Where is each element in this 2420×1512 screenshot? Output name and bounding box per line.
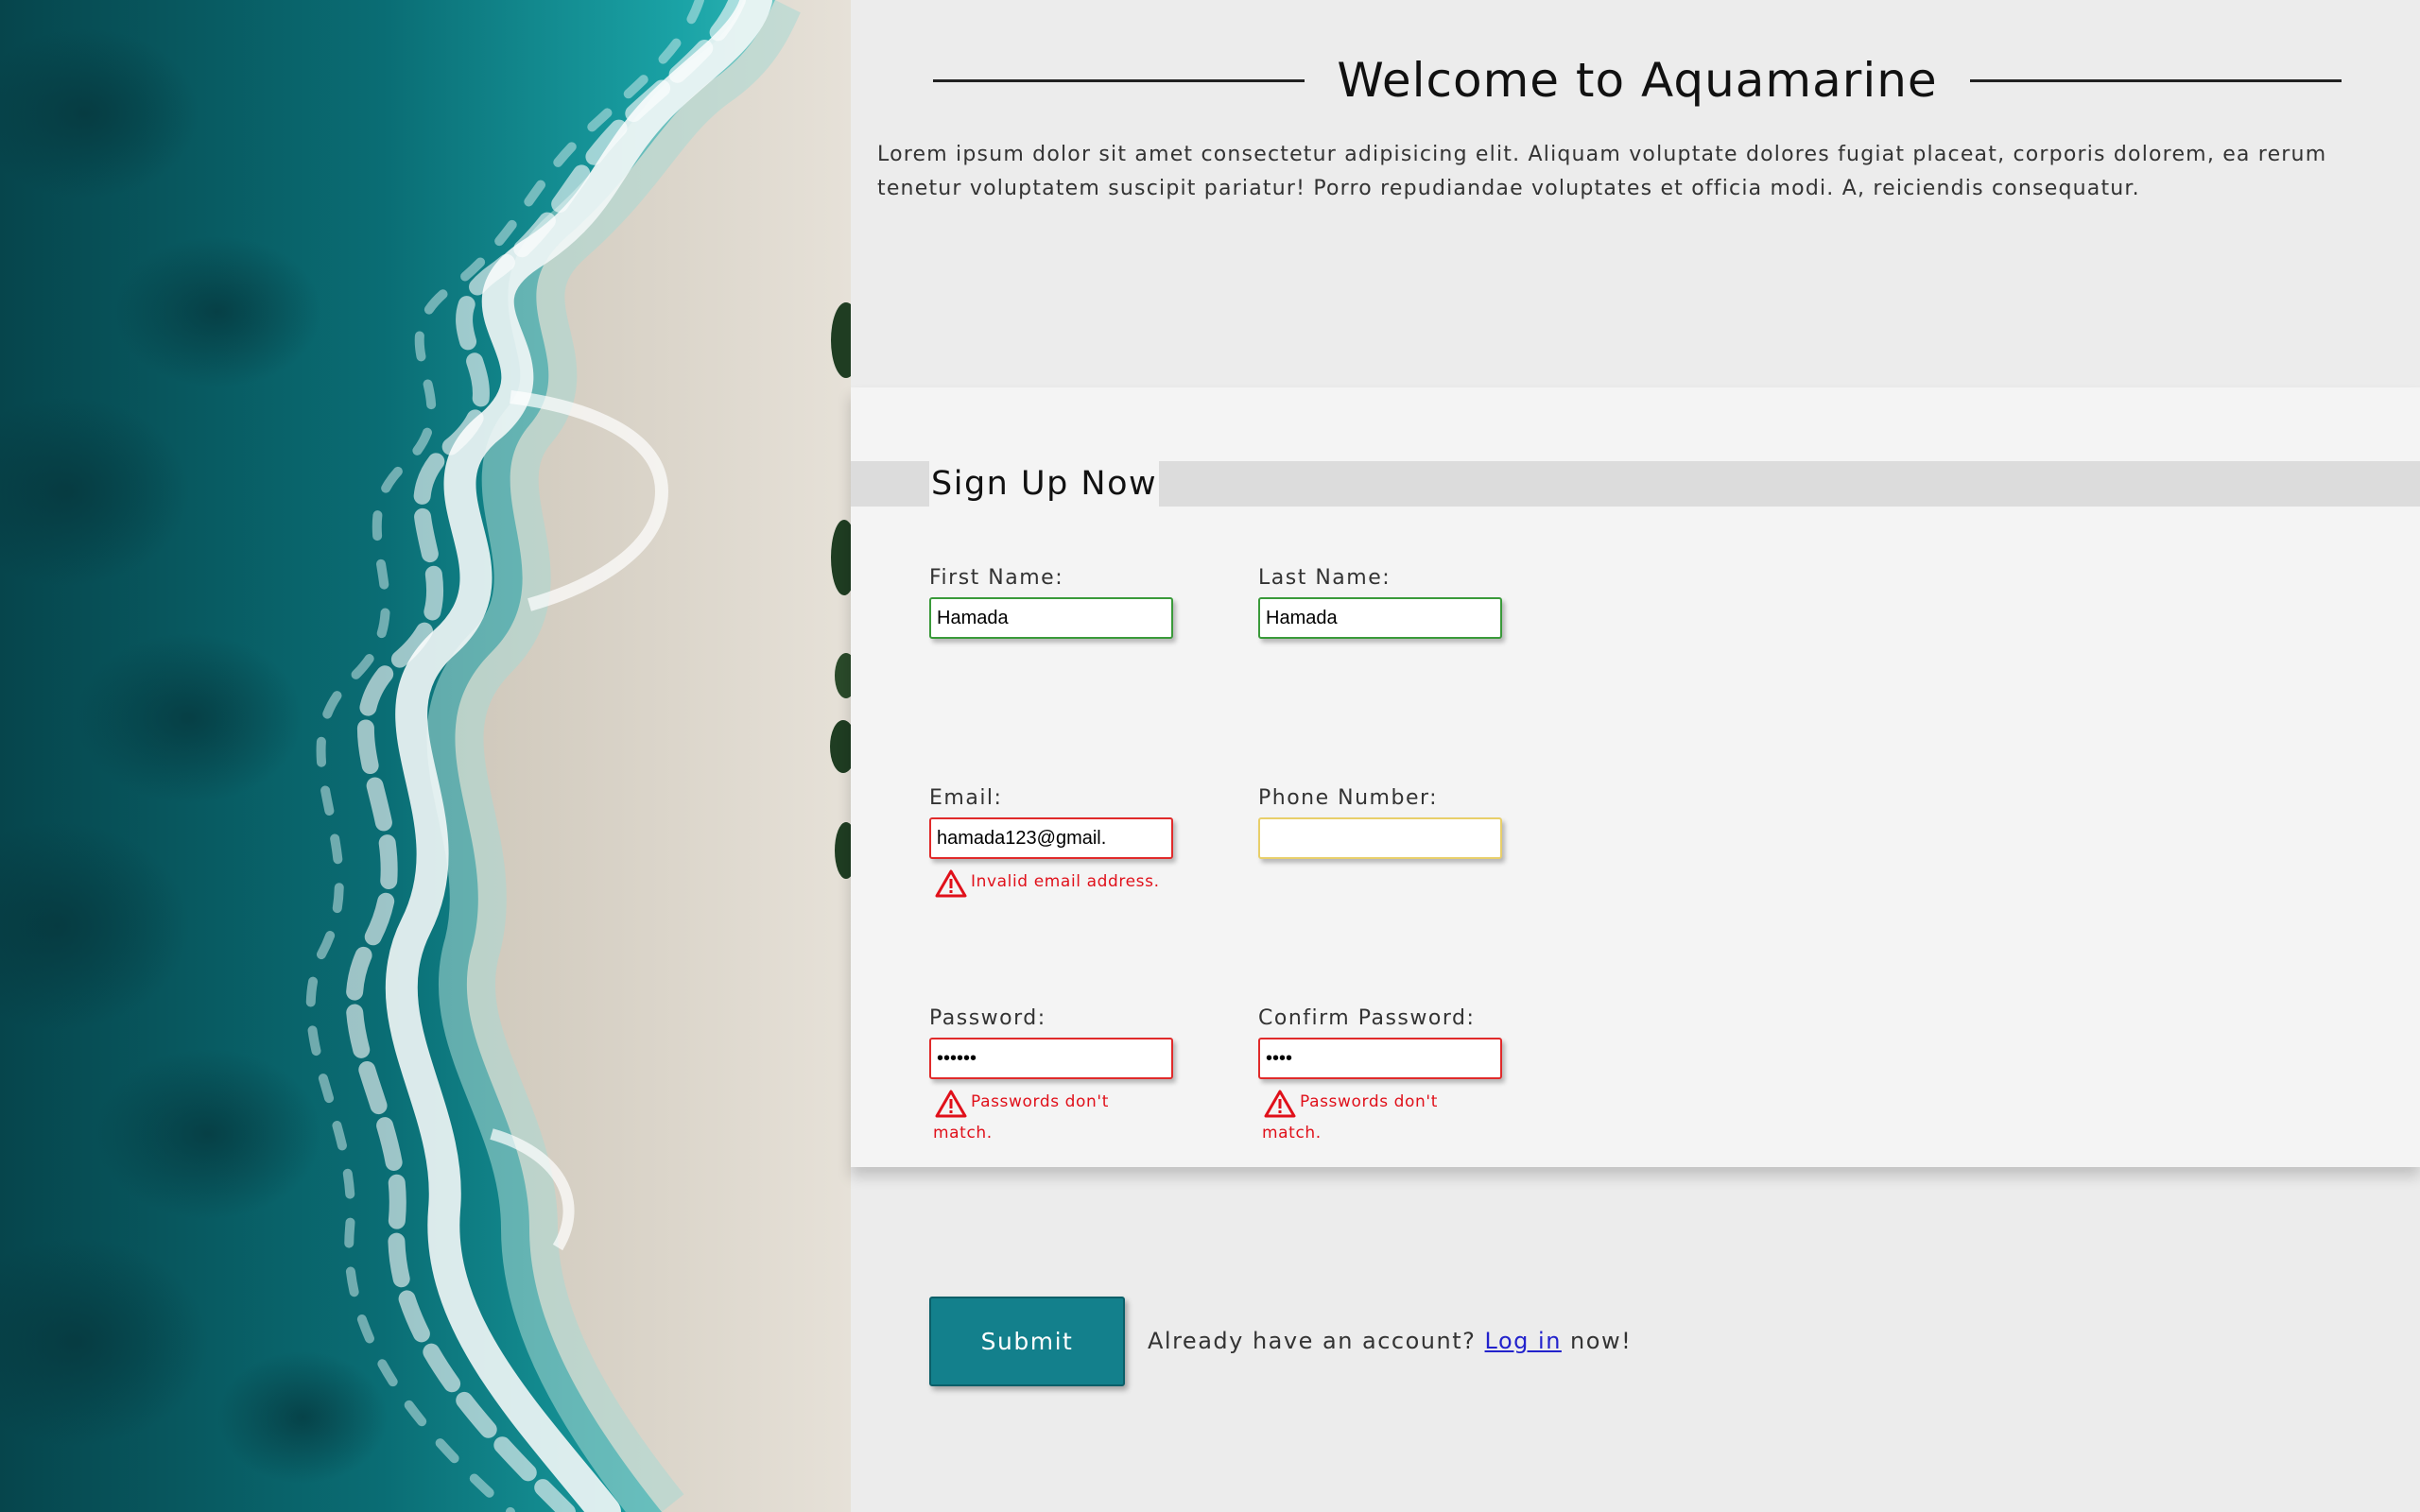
login-prompt-prefix: Already have an account? <box>1148 1328 1477 1354</box>
last-name-field: Last Name: <box>1258 565 1504 639</box>
confirm-password-error-text-cont: match. <box>1262 1124 1322 1143</box>
login-link[interactable]: Log in <box>1485 1328 1562 1354</box>
confirm-password-input[interactable] <box>1258 1038 1502 1079</box>
beach-illustration <box>0 0 851 1512</box>
warning-triangle-icon <box>1264 1089 1296 1119</box>
phone-field: Phone Number: <box>1258 785 1504 859</box>
first-name-field: First Name: <box>929 565 1175 639</box>
submit-button[interactable]: Submit <box>929 1297 1125 1386</box>
signup-form: Sign Up Now First Name: Last Name: Email… <box>851 387 2420 1167</box>
form-actions: Submit Already have an account? Log in n… <box>851 1167 2420 1512</box>
warning-triangle-icon <box>935 1089 967 1119</box>
email-input[interactable] <box>929 817 1173 859</box>
confirm-password-error: Passwords don't match. <box>1258 1089 1495 1151</box>
title-row: Welcome to Aquamarine <box>933 49 2342 112</box>
email-error: Invalid email address. <box>929 868 1166 900</box>
password-label: Password: <box>929 1006 1046 1030</box>
confirm-password-field: Confirm Password: Passwords don't match. <box>1258 1005 1504 1151</box>
email-label: Email: <box>929 786 1003 810</box>
email-field: Email: Invalid email address. <box>929 785 1175 900</box>
phone-input[interactable] <box>1258 817 1502 859</box>
main-content: Welcome to Aquamarine Lorem ipsum dolor … <box>851 0 2420 1512</box>
page-title: Welcome to Aquamarine <box>1337 53 1938 108</box>
last-name-label: Last Name: <box>1258 566 1392 590</box>
first-name-label: First Name: <box>929 566 1064 590</box>
title-divider-left <box>933 78 1305 82</box>
login-prompt: Already have an account? Log in now! <box>1148 1326 1632 1356</box>
login-prompt-suffix: now! <box>1570 1328 1633 1354</box>
password-error-text-cont: match. <box>933 1124 993 1143</box>
intro-paragraph: Lorem ipsum dolor sit amet consectetur a… <box>877 143 2327 200</box>
first-name-input[interactable] <box>929 597 1173 639</box>
confirm-password-label: Confirm Password: <box>1258 1006 1476 1030</box>
email-error-text: Invalid email address. <box>971 872 1160 891</box>
title-divider-right <box>1969 78 2342 82</box>
hero-section: Welcome to Aquamarine Lorem ipsum dolor … <box>851 0 2420 387</box>
beach-aerial-photo <box>0 0 851 1512</box>
warning-triangle-icon <box>935 868 967 899</box>
form-heading: Sign Up Now <box>929 461 1160 507</box>
password-error-text: Passwords don't <box>971 1092 1109 1111</box>
password-input[interactable] <box>929 1038 1173 1079</box>
last-name-input[interactable] <box>1258 597 1502 639</box>
confirm-password-error-text: Passwords don't <box>1300 1092 1438 1111</box>
password-field: Password: Passwords don't match. <box>929 1005 1175 1151</box>
password-error: Passwords don't match. <box>929 1089 1166 1151</box>
phone-label: Phone Number: <box>1258 786 1439 810</box>
